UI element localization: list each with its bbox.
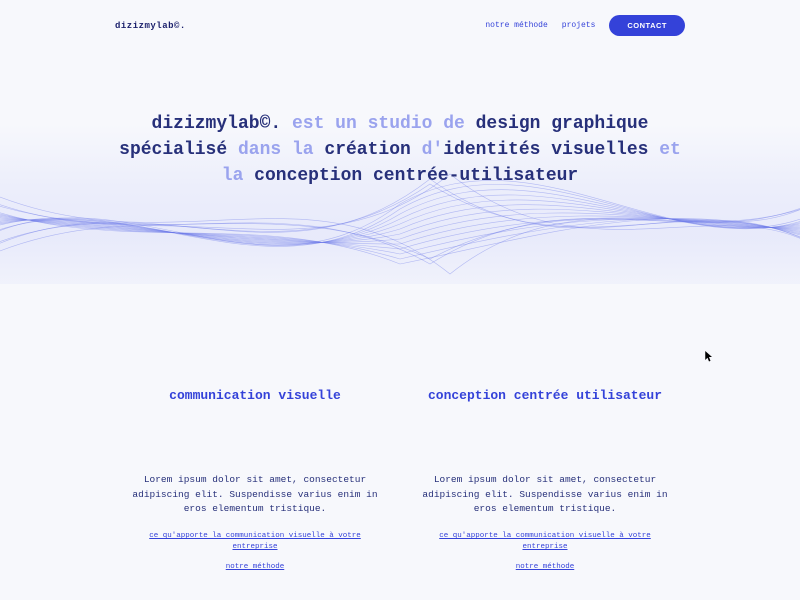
section-user-centered-design: conception centrée utilisateur Lorem ips… xyxy=(420,387,670,573)
logo[interactable]: dizizmylab©. xyxy=(115,21,186,31)
header: dizizmylab©. notre méthode projets CONTA… xyxy=(0,0,800,51)
nav-link-method[interactable]: notre méthode xyxy=(485,21,547,30)
hero: dizizmylab©. est un studio de design gra… xyxy=(0,109,800,299)
cursor-icon xyxy=(705,351,713,363)
hero-part-6: création xyxy=(324,140,410,160)
section-link-method[interactable]: notre méthode xyxy=(420,562,670,573)
section-body: Lorem ipsum dolor sit amet, consectetur … xyxy=(420,473,670,517)
nav-link-projects[interactable]: projets xyxy=(562,21,596,30)
section-visual-communication: communication visuelle Lorem ipsum dolor… xyxy=(130,387,380,573)
hero-part-4: spécialisé xyxy=(119,140,227,160)
hero-part-5: dans la xyxy=(227,140,324,160)
section-links: ce qu'apporte la communication visuelle … xyxy=(130,531,380,573)
contact-button[interactable]: CONTACT xyxy=(609,15,685,36)
hero-part-2: est un studio de xyxy=(281,114,475,134)
hero-headline: dizizmylab©. est un studio de design gra… xyxy=(0,109,800,189)
hero-part-1: dizizmylab©. xyxy=(152,114,282,134)
nav: notre méthode projets CONTACT xyxy=(485,15,685,36)
section-links: ce qu'apporte la communication visuelle … xyxy=(420,531,670,573)
hero-part-3: design graphique xyxy=(476,114,649,134)
section-link-benefit[interactable]: ce qu'apporte la communication visuelle … xyxy=(130,531,380,554)
section-title: conception centrée utilisateur xyxy=(420,387,670,427)
section-title: communication visuelle xyxy=(130,387,380,427)
section-link-method[interactable]: notre méthode xyxy=(130,562,380,573)
section-link-benefit[interactable]: ce qu'apporte la communication visuelle … xyxy=(420,531,670,554)
hero-part-7: d' xyxy=(411,140,443,160)
hero-part-8: identités visuelles xyxy=(443,140,648,160)
section-body: Lorem ipsum dolor sit amet, consectetur … xyxy=(130,473,380,517)
hero-part-10: conception centrée-utilisateur xyxy=(254,166,578,186)
sections: communication visuelle Lorem ipsum dolor… xyxy=(0,387,800,573)
